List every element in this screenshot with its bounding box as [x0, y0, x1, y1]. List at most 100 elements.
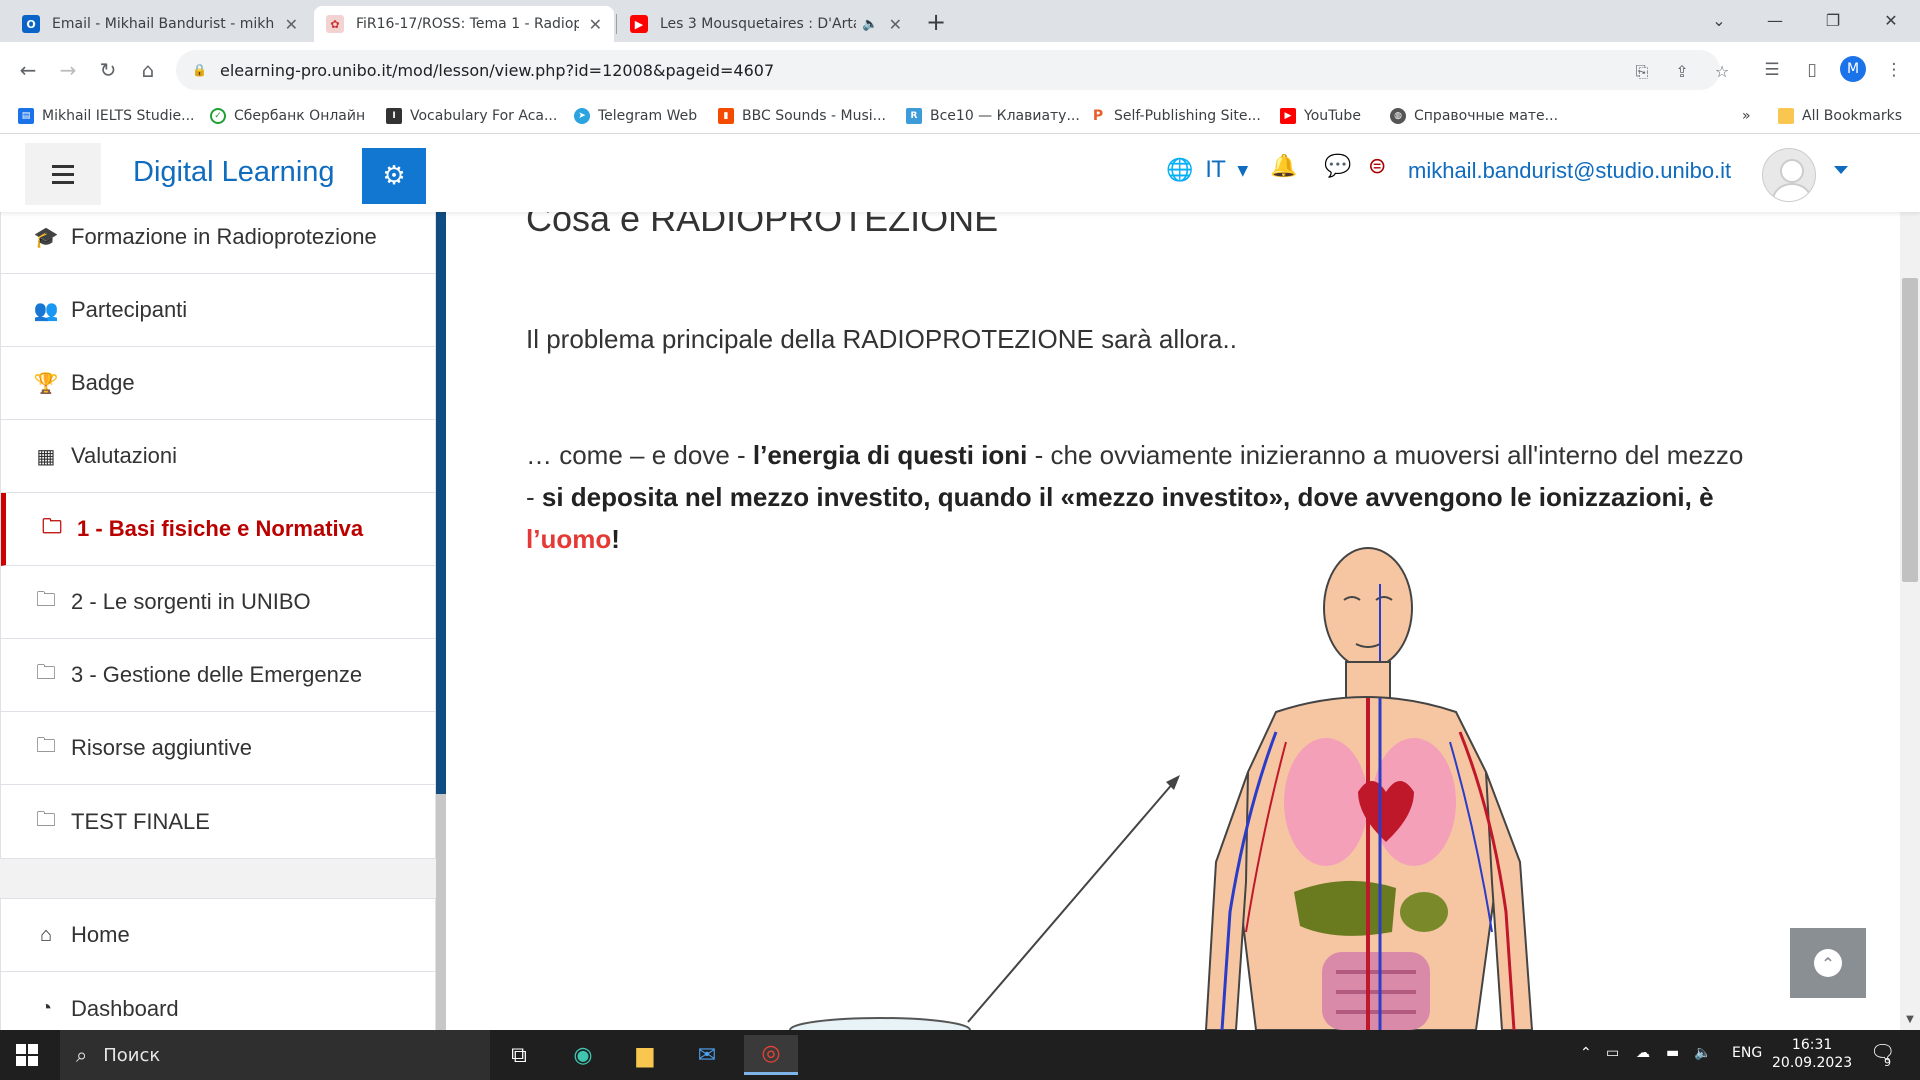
side-panel-icon[interactable]: ▯ [1798, 56, 1826, 84]
home-icon[interactable]: ⌂ [134, 56, 162, 84]
translate-icon[interactable]: ⎘ [1630, 60, 1654, 84]
edge-icon[interactable]: ◉ [556, 1035, 610, 1075]
reading-list-icon[interactable]: ☰ [1758, 56, 1786, 84]
sidebar-scrollbar-track[interactable] [436, 794, 446, 1030]
address-bar[interactable]: 🔒 elearning-pro.unibo.it/mod/lesson/view… [176, 50, 1720, 90]
tab-youtube[interactable]: ▶ Les 3 Mousquetaires : D'Arta 🔈 ✕ [618, 6, 914, 42]
bookmark-star-icon[interactable]: ☆ [1710, 60, 1734, 84]
bookmark-label: Mikhail IELTS Studie... [42, 108, 195, 124]
bbc-icon: ▮ [718, 108, 734, 124]
volume-icon[interactable]: 🔈 [1694, 1045, 1711, 1061]
sidebar-item-section-1[interactable]: 🗀 1 - Basi fisiche e Normativa [1, 493, 435, 566]
avatar[interactable] [1762, 148, 1816, 202]
folder-icon: 🗀 [36, 808, 56, 831]
menu-kebab-icon[interactable]: ⋮ [1880, 56, 1908, 84]
dashboard-icon: ◔ [39, 997, 53, 1019]
sidebar-item-final-test[interactable]: 🗀 TEST FINALE [1, 785, 435, 858]
tab-email[interactable]: O Email - Mikhail Bandurist - mikha ✕ [10, 6, 310, 42]
bookmark-item[interactable]: ▤ Mikhail IELTS Studie... [18, 106, 194, 126]
folder-icon: 🗀 [36, 735, 56, 757]
bookmark-item[interactable]: ✓ Сбербанк Онлайн [210, 106, 365, 126]
globe-icon: ◍ [1390, 108, 1406, 124]
page-scrollbar-track[interactable] [1900, 134, 1920, 1030]
tab-strip: O Email - Mikhail Bandurist - mikha ✕ ✿ … [0, 0, 1920, 42]
close-tab-icon[interactable]: ✕ [285, 15, 298, 34]
bell-icon[interactable]: 🔔 [1270, 154, 1297, 179]
menu-toggle-button[interactable] [25, 143, 101, 205]
battery-icon[interactable]: ▬ [1666, 1045, 1679, 1061]
chrome-icon[interactable]: ◎ [744, 1035, 798, 1075]
sidebar-item-participants[interactable]: 👥 Partecipanti [1, 274, 435, 347]
sidebar-scroll-indicator[interactable] [436, 212, 446, 794]
chevron-down-icon[interactable] [1834, 166, 1848, 174]
close-window-button[interactable]: ✕ [1868, 6, 1914, 36]
windows-start-icon[interactable] [16, 1044, 38, 1066]
sidebar-item-section-2[interactable]: 🗀 2 - Le sorgenti in UNIBO [1, 566, 435, 639]
bookmark-label: YouTube [1304, 108, 1361, 124]
messages-icon[interactable]: 💬 [1324, 154, 1351, 179]
bookmark-label: Сбербанк Онлайн [234, 108, 366, 124]
bookmarks-bar: ▤ Mikhail IELTS Studie... ✓ Сбербанк Онлай… [0, 98, 1920, 134]
task-view-icon[interactable]: ⧉ [492, 1035, 546, 1075]
trophy-icon: 🏆 [33, 372, 59, 395]
file-explorer-icon[interactable]: ▆ [618, 1035, 672, 1075]
language-menu[interactable]: 🌐 IT ▼ [1166, 158, 1248, 183]
close-tab-icon[interactable]: ✕ [589, 15, 602, 34]
bookmark-item[interactable]: R Все10 — Клавиату... [906, 106, 1080, 126]
input-language[interactable]: ENG [1732, 1045, 1762, 1061]
tab-search-icon[interactable]: ⌄ [1696, 6, 1742, 36]
page-scrollbar-thumb[interactable] [1902, 278, 1918, 582]
bookmark-item[interactable]: ▶ YouTube [1280, 106, 1361, 126]
notification-icon[interactable]: 🗨 [1870, 1040, 1895, 1064]
site-info-icon[interactable]: 🔒 [192, 63, 207, 77]
minimize-button[interactable]: — [1752, 6, 1798, 36]
tab-title: Les 3 Mousquetaires : D'Arta [660, 16, 857, 32]
share-icon[interactable]: ⇪ [1670, 60, 1694, 84]
cloud-icon[interactable]: ☁ [1636, 1045, 1650, 1061]
bookmark-item[interactable]: I Vocabulary For Aca... [386, 106, 557, 126]
doc-icon: ▤ [18, 108, 34, 124]
taskbar-search[interactable]: ⌕ Поиск [60, 1030, 490, 1080]
bookmark-item[interactable]: ➤ Telegram Web [574, 106, 697, 126]
back-to-top-button[interactable]: ⌃ [1790, 928, 1866, 998]
folder-icon: 🗀 [42, 516, 62, 538]
bookmark-item[interactable]: ◍ Справочные мате... [1390, 106, 1558, 126]
sidebar-item-section-3[interactable]: 🗀 3 - Gestione delle Emergenze [1, 639, 435, 712]
restore-button[interactable]: ❐ [1810, 6, 1856, 36]
mail-icon[interactable]: ✉ [680, 1035, 734, 1075]
chevron-up-icon[interactable]: ⌃ [1580, 1045, 1592, 1061]
ielts-icon: I [386, 108, 402, 124]
sidebar-item-badge[interactable]: 🏆 Badge [1, 347, 435, 420]
sidebar-item-course[interactable]: 🎓 Formazione in Radioprotezione [1, 212, 435, 274]
network-icon[interactable]: ▭ [1606, 1045, 1619, 1061]
back-icon[interactable]: ← [14, 56, 42, 84]
table-icon: ▦ [36, 445, 56, 468]
site-brand[interactable]: Digital Learning [133, 156, 335, 189]
sidebar-item-home[interactable]: ⌂ Home [1, 899, 435, 972]
privacy-lock-icon[interactable]: ⊜ [1368, 154, 1386, 179]
tab-lesson[interactable]: ✿ FiR16-17/ROSS: Tema 1 - Radiopr ✕ [314, 6, 614, 42]
audio-playing-icon[interactable]: 🔈 [862, 17, 878, 32]
sidebar-item-dashboard[interactable]: ◔ Dashboard [1, 972, 435, 1030]
bookmark-item[interactable]: P Self-Publishing Site... [1090, 106, 1261, 126]
user-menu[interactable]: mikhail.bandurist@studio.unibo.it [1408, 158, 1731, 184]
close-tab-icon[interactable]: ✕ [889, 15, 902, 34]
sidebar-item-grades[interactable]: ▦ Valutazioni [1, 420, 435, 493]
moodle-icon: ✿ [326, 15, 344, 33]
bookmark-item[interactable]: ▮ BBC Sounds - Musi... [718, 106, 886, 126]
scroll-down-arrow[interactable]: ▼ [1902, 1014, 1918, 1025]
reload-icon[interactable]: ↻ [94, 56, 122, 84]
forward-icon[interactable]: → [54, 56, 82, 84]
language-label: IT [1205, 158, 1226, 183]
folder-icon: 🗀 [36, 589, 56, 611]
bookmarks-overflow[interactable]: » [1742, 106, 1751, 126]
bookmark-label: BBC Sounds - Musi... [742, 108, 887, 124]
sidebar-item-label: Partecipanti [71, 297, 188, 322]
system-clock[interactable]: 16:31 20.09.2023 [1772, 1036, 1852, 1072]
youtube-icon: ▶ [630, 15, 648, 33]
all-bookmarks-folder[interactable]: All Bookmarks [1778, 106, 1902, 126]
gears-button[interactable]: ⚙ [362, 148, 426, 204]
sidebar-item-resources[interactable]: 🗀 Risorse aggiuntive [1, 712, 435, 785]
profile-avatar[interactable]: M [1840, 56, 1866, 82]
new-tab-button[interactable]: + [922, 8, 950, 36]
